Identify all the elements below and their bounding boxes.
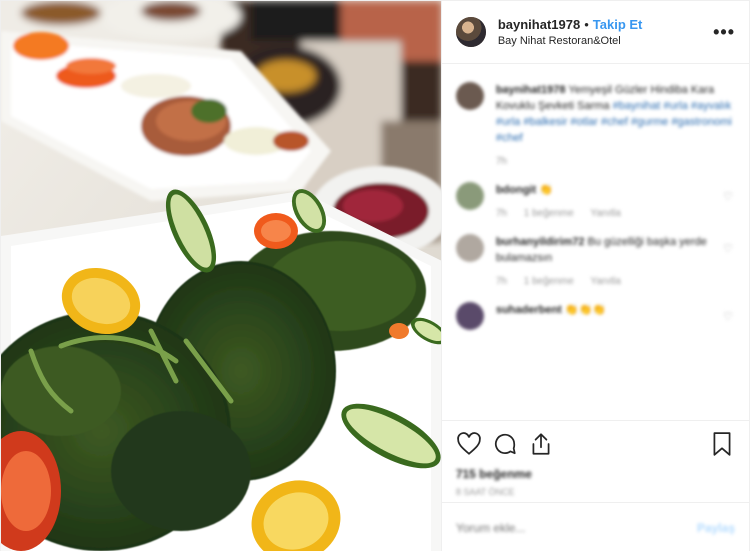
heart-icon[interactable] [456, 431, 482, 457]
comment-body: burhanyildirim72 Bu güzelliği başka yerd… [496, 234, 717, 290]
follow-button[interactable]: Takip Et [593, 17, 643, 32]
comment-item: suhaderbent 👏👏👏 ♡ [455, 302, 735, 330]
comment-meta: 7h 1 beğenme Yanıtla [496, 206, 717, 222]
comment-icon[interactable] [492, 431, 518, 457]
comment-text: 👏 [539, 184, 553, 196]
reply-button[interactable]: Yanıtla [590, 208, 620, 219]
add-comment-bar: Paylaş [441, 502, 749, 551]
post-timestamp: 8 saat önce [455, 487, 515, 497]
comment-username[interactable]: baynihat1978 [496, 84, 566, 96]
author-row: baynihat1978 • Takip Et [498, 17, 713, 32]
action-icons [456, 429, 735, 459]
comment-avatar[interactable] [455, 82, 484, 110]
author-avatar[interactable] [455, 17, 486, 47]
instagram-post: baynihat1978 • Takip Et Bay Nihat Restor… [0, 0, 750, 551]
comment-username[interactable]: burhanyildirim72 [496, 236, 585, 248]
likes-count[interactable]: 715 beğenme [456, 467, 735, 481]
comment-text: 👏👏👏 [564, 304, 606, 316]
post-location[interactable]: Bay Nihat Restoran&Otel [498, 35, 713, 47]
food-plate-image [1, 1, 441, 551]
comment-avatar[interactable] [455, 182, 484, 210]
comment-body: bdongit 👏 7h 1 beğenme Yanıtla [496, 182, 717, 222]
comment-likes[interactable]: 1 beğenme [524, 208, 574, 219]
comment-meta: 7h [496, 154, 735, 170]
author-info: baynihat1978 • Takip Et Bay Nihat Restor… [498, 17, 713, 47]
comment-input[interactable] [455, 520, 697, 535]
author-username[interactable]: baynihat1978 [498, 17, 580, 32]
post-photo[interactable] [1, 1, 441, 551]
comment-meta: 7h 1 beğenme Yanıtla [496, 274, 717, 290]
like-comment-icon[interactable]: ♡ [723, 242, 735, 255]
comment-item: burhanyildirim72 Bu güzelliği başka yerd… [455, 234, 735, 290]
comment-time: 7h [495, 276, 507, 287]
comment-avatar[interactable] [455, 302, 484, 330]
comment-avatar[interactable] [455, 234, 484, 262]
comment-time: 7h [495, 156, 507, 167]
comment-username[interactable]: bdongit [496, 184, 536, 196]
post-sidebar: baynihat1978 • Takip Et Bay Nihat Restor… [440, 1, 749, 551]
comment-body: baynihat1978 Yemyeşil Güzler Hindiba Kar… [496, 82, 735, 170]
comment-body: suhaderbent 👏👏👏 [496, 302, 717, 330]
more-options-icon[interactable]: ••• [713, 23, 735, 41]
like-comment-icon[interactable]: ♡ [723, 310, 735, 323]
caption-comment: baynihat1978 Yemyeşil Güzler Hindiba Kar… [455, 82, 735, 170]
comment-likes[interactable]: 1 beğenme [524, 276, 574, 287]
separator-dot: • [584, 17, 589, 32]
reply-button[interactable]: Yanıtla [590, 276, 620, 287]
post-header: baynihat1978 • Takip Et Bay Nihat Restor… [441, 1, 749, 64]
comment-username[interactable]: suhaderbent [496, 304, 562, 316]
like-comment-icon[interactable]: ♡ [723, 190, 735, 203]
share-icon[interactable] [528, 431, 554, 457]
bookmark-icon[interactable] [709, 431, 735, 457]
comment-item: bdongit 👏 7h 1 beğenme Yanıtla ♡ [455, 182, 735, 222]
comments-list: baynihat1978 Yemyeşil Güzler Hindiba Kar… [442, 64, 749, 420]
post-comment-button[interactable]: Paylaş [697, 521, 735, 535]
comment-time: 7h [495, 208, 507, 219]
